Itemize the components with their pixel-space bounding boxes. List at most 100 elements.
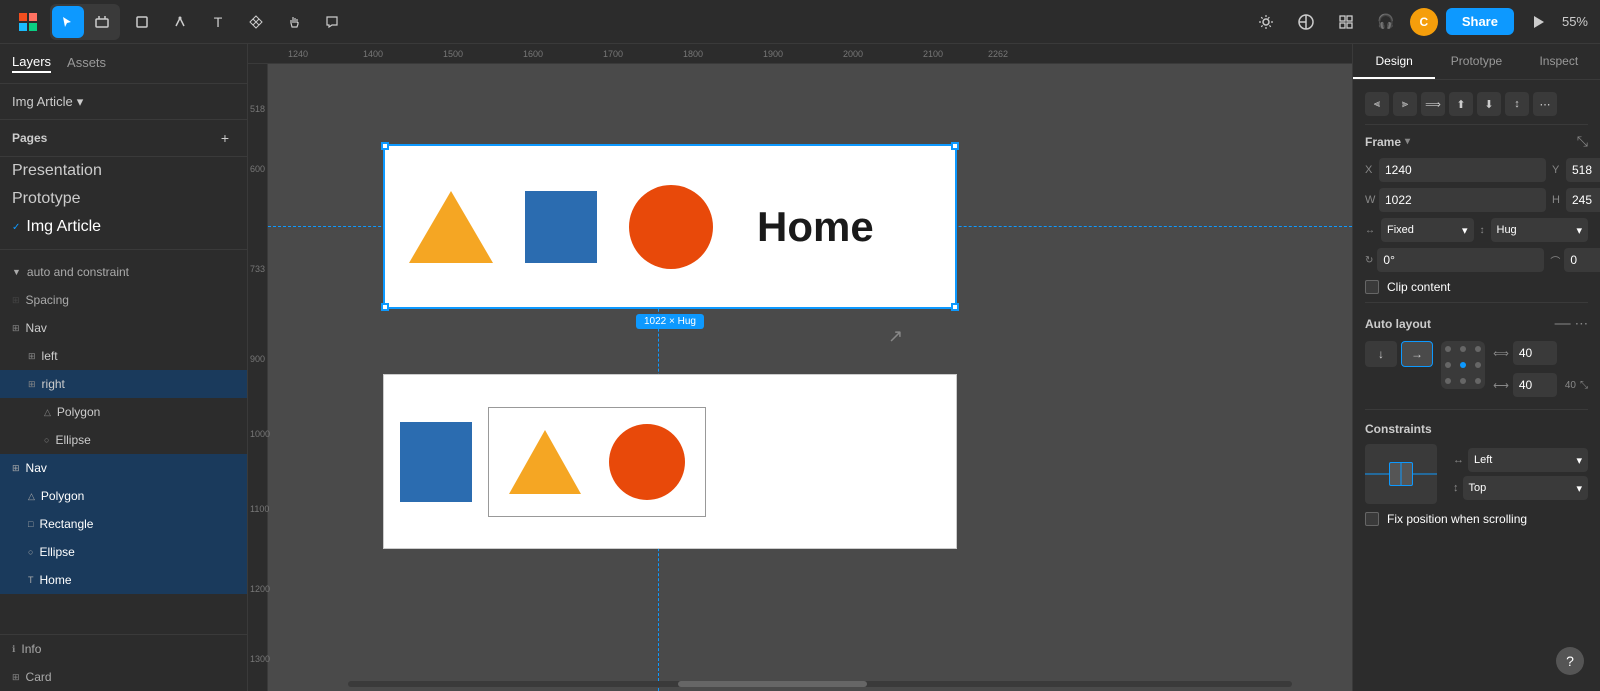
spacing-inputs: ⟺ ⟷ 40 ⤡	[1493, 341, 1588, 401]
align-left-btn[interactable]: ⫷	[1365, 92, 1389, 116]
view-options[interactable]	[1330, 6, 1362, 38]
h-label: H	[1552, 194, 1562, 206]
layer-left[interactable]: ⊞ left	[0, 342, 247, 370]
fix-scroll-checkbox[interactable]	[1365, 512, 1379, 526]
home-icon[interactable]	[12, 6, 44, 38]
add-page-button[interactable]: +	[215, 128, 235, 148]
layer-right[interactable]: ⊞ right	[0, 370, 247, 398]
share-button[interactable]: Share	[1446, 8, 1514, 35]
gap-v-value: 40	[1565, 380, 1576, 391]
tab-design[interactable]: Design	[1353, 44, 1435, 79]
v-constraint-select[interactable]: Top ▾	[1463, 476, 1589, 500]
h-input[interactable]	[1566, 188, 1600, 212]
select-tool[interactable]	[52, 6, 84, 38]
frame-tool[interactable]	[86, 6, 118, 38]
theme-icon[interactable]	[1290, 6, 1322, 38]
page-prototype-label: Prototype	[12, 190, 247, 208]
align-bottom-btn[interactable]: ↕	[1505, 92, 1529, 116]
tab-layers[interactable]: Layers	[12, 54, 51, 73]
tab-prototype[interactable]: Prototype	[1435, 44, 1517, 79]
section-spacing[interactable]: ⊞ Spacing	[0, 286, 247, 314]
help-button[interactable]: ?	[1556, 647, 1584, 675]
h-constraint-select[interactable]: Left ▾	[1468, 448, 1588, 472]
pen-tool[interactable]	[164, 6, 196, 38]
auto-layout-minus[interactable]: —	[1555, 315, 1571, 333]
auto-layout-more[interactable]: ⋯	[1575, 316, 1588, 332]
tab-inspect[interactable]: Inspect	[1518, 44, 1600, 79]
rotation-input[interactable]	[1377, 248, 1544, 272]
page-img-article[interactable]: ✓ Img Article	[0, 213, 247, 241]
gap-h-icon: ⟺	[1493, 347, 1509, 360]
width-mode-select[interactable]: Fixed ▾	[1381, 218, 1474, 242]
y-input[interactable]	[1566, 158, 1600, 182]
avatar[interactable]: C	[1410, 8, 1438, 36]
align-grid[interactable]	[1441, 341, 1485, 389]
layer-ellipse-2-label: Ellipse	[39, 545, 247, 559]
frame-1[interactable]: Home 1022 × Hug	[383, 144, 957, 309]
layer-ellipse-2[interactable]: ○ Ellipse	[0, 538, 247, 566]
align-center-h-btn[interactable]: ⫸	[1393, 92, 1417, 116]
layer-nav-1[interactable]: ⊞ Nav	[0, 314, 247, 342]
right-panel-body: ⫷ ⫸ ⟹ ⬆ ⬇ ↕ ⋯ Frame ▾ ⤡ X	[1353, 80, 1600, 691]
page-presentation[interactable]: Presentation	[0, 157, 247, 185]
divider-frame	[1365, 302, 1588, 303]
components-tool[interactable]	[240, 6, 272, 38]
frame-expand-icon[interactable]: ▾	[1405, 136, 1410, 147]
align-center-v-btn[interactable]: ⬇	[1477, 92, 1501, 116]
frame-1-handle-tl[interactable]	[381, 142, 389, 150]
panel-header: Layers Assets	[0, 44, 247, 84]
align-right-btn[interactable]: ⟹	[1421, 92, 1445, 116]
spacing-row-1: ⟺	[1493, 341, 1588, 365]
gap-v-input[interactable]	[1513, 373, 1557, 397]
layer-ellipse-1[interactable]: ○ Ellipse	[0, 426, 247, 454]
layer-polygon-1[interactable]: △ Polygon	[0, 398, 247, 426]
gap-h-input[interactable]	[1513, 341, 1557, 365]
clip-content-checkbox[interactable]	[1365, 280, 1379, 294]
dir-down-btn[interactable]: ↓	[1365, 341, 1397, 367]
layer-nav-2[interactable]: ⊞ Nav	[0, 454, 247, 482]
align-dot-bc	[1460, 378, 1466, 384]
gap-resize-icon[interactable]: ⤡	[1580, 380, 1588, 391]
layer-polygon-2[interactable]: △ Polygon	[0, 482, 247, 510]
align-top-btn[interactable]: ⬆	[1449, 92, 1473, 116]
comment-tool[interactable]	[316, 6, 348, 38]
layer-home[interactable]: T Home	[0, 566, 247, 594]
width-mode-chevron: ▾	[1462, 224, 1468, 237]
info-icon: ℹ	[12, 644, 15, 655]
section-auto-constraint[interactable]: ▼ auto and constraint	[0, 258, 247, 286]
draw-tool[interactable]	[126, 6, 158, 38]
distribute-btn[interactable]: ⋯	[1533, 92, 1557, 116]
frame-1-handle-tr[interactable]	[951, 142, 959, 150]
frame-1-handle-bl[interactable]	[381, 303, 389, 311]
canvas-scrollbar-thumb[interactable]	[678, 681, 867, 687]
height-mode-select[interactable]: Hug ▾	[1491, 218, 1589, 242]
ruler-mark-2262: 2262	[988, 49, 1008, 59]
hand-tool[interactable]	[278, 6, 310, 38]
section-auto-constraint-icon: ▼	[12, 267, 21, 277]
play-icon[interactable]	[1522, 6, 1554, 38]
section-info[interactable]: ℹ Info	[0, 635, 247, 663]
plugins-icon[interactable]	[1250, 6, 1282, 38]
layer-rectangle[interactable]: □ Rectangle	[0, 510, 247, 538]
clip-content-label: Clip content	[1387, 280, 1450, 294]
v-constraint-icon: ↕	[1453, 482, 1459, 494]
section-card[interactable]: ⊞ Card	[0, 663, 247, 691]
file-breadcrumb[interactable]: Img Article ▾	[0, 84, 247, 120]
text-tool[interactable]: T	[202, 6, 234, 38]
frame-resize-btn[interactable]: ⤡	[1577, 133, 1588, 150]
page-prototype[interactable]: Prototype	[0, 185, 247, 213]
frame-1-handle-br[interactable]	[951, 303, 959, 311]
xy-row: X Y	[1365, 158, 1588, 182]
ruler-left: 518 600 733 900 1000 1100 1200 1300	[248, 64, 268, 691]
frame-2[interactable]	[383, 374, 957, 549]
corner-radius-input[interactable]	[1564, 248, 1600, 272]
headphone-icon[interactable]: 🎧	[1370, 6, 1402, 38]
rot-corner-row: ↻ ⌒ ⤡	[1365, 248, 1588, 272]
w-input[interactable]	[1379, 188, 1546, 212]
constraint-line-v	[1401, 463, 1402, 485]
zoom-level[interactable]: 55%	[1562, 14, 1588, 29]
x-input[interactable]	[1379, 158, 1546, 182]
corner-radius-icon: ⌒	[1550, 253, 1560, 268]
dir-right-btn[interactable]: →	[1401, 341, 1433, 367]
tab-assets[interactable]: Assets	[67, 55, 106, 72]
